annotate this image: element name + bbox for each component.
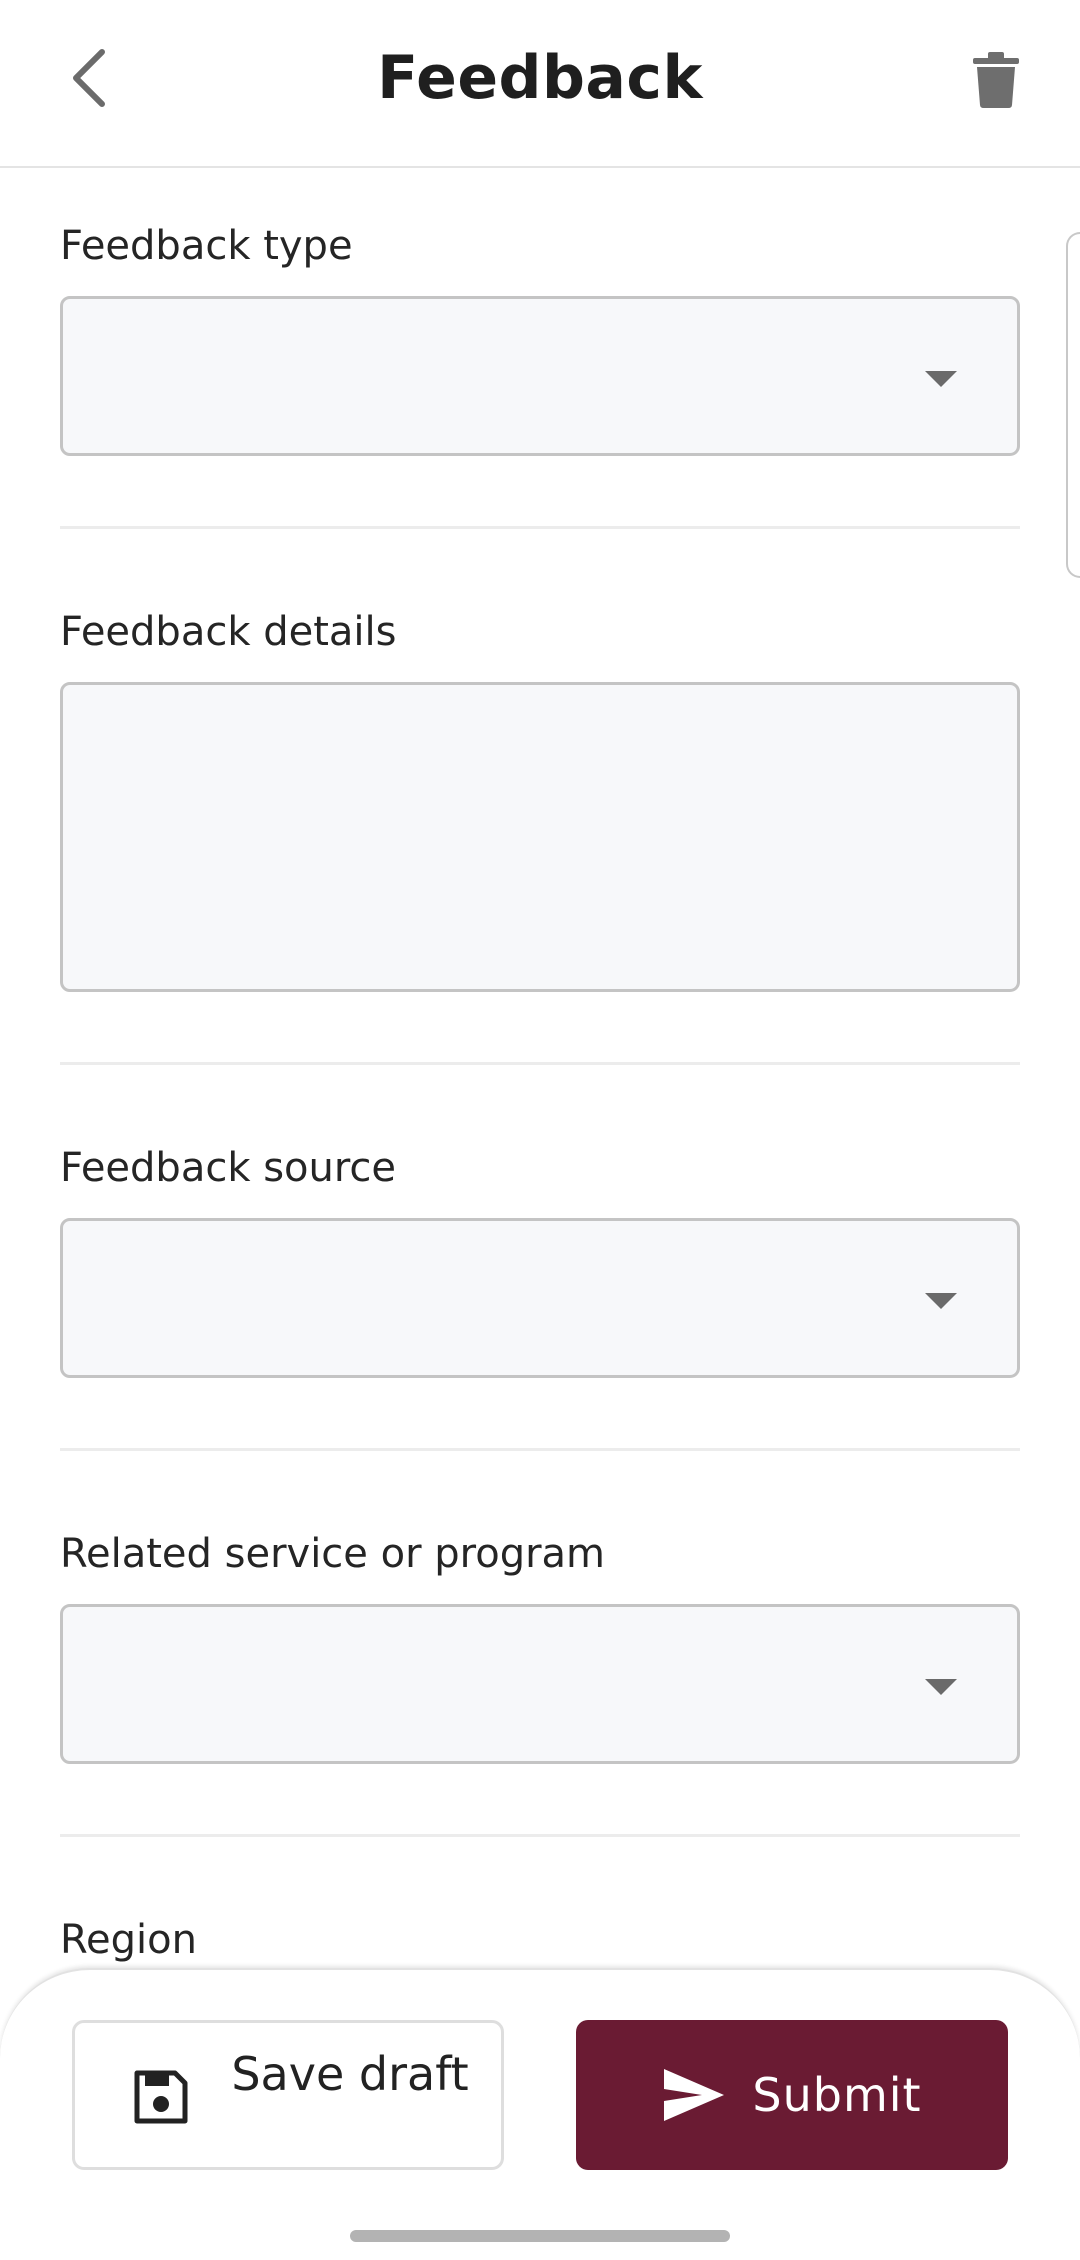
submit-button[interactable]: Submit [576, 2020, 1008, 2170]
save-draft-button[interactable]: Save draft [72, 2020, 504, 2170]
submit-label: Submit [752, 2068, 922, 2122]
divider [60, 1448, 1020, 1451]
divider [60, 1062, 1020, 1065]
page-title: Feedback [377, 43, 703, 113]
divider [60, 1834, 1020, 1837]
feedback-screen: Feedback Feedback type Feedback details … [0, 0, 1080, 2260]
dropdown-arrow-icon [925, 1293, 957, 1309]
delete-button[interactable] [960, 40, 1032, 120]
feedback-details-label: Feedback details [60, 609, 397, 655]
region-label: Region [60, 1917, 197, 1963]
floppy-disk-icon [134, 2070, 188, 2124]
feedback-type-label: Feedback type [60, 223, 353, 269]
related-service-label: Related service or program [60, 1531, 605, 1577]
bottom-action-bar: Save draft Submit [0, 1968, 1080, 2260]
home-indicator[interactable] [350, 2230, 730, 2242]
divider [60, 526, 1020, 529]
dropdown-arrow-icon [925, 371, 957, 387]
dropdown-arrow-icon [925, 1679, 957, 1695]
region-section: Region [60, 1912, 1020, 1972]
send-icon [664, 2069, 725, 2121]
trash-icon [973, 52, 1019, 108]
feedback-type-section: Feedback type [60, 218, 1020, 458]
feedback-details-textarea[interactable] [60, 682, 1020, 992]
save-draft-label: Save draft [231, 2047, 469, 2101]
feedback-type-select[interactable] [60, 296, 1020, 456]
related-service-select[interactable] [60, 1604, 1020, 1764]
feedback-source-section: Feedback source [60, 1140, 1020, 1380]
feedback-source-label: Feedback source [60, 1145, 397, 1191]
feedback-details-section: Feedback details [60, 604, 1020, 994]
scrollbar[interactable] [1066, 232, 1080, 578]
app-header: Feedback [0, 0, 1080, 168]
feedback-source-select[interactable] [60, 1218, 1020, 1378]
related-service-section: Related service or program [60, 1526, 1020, 1766]
